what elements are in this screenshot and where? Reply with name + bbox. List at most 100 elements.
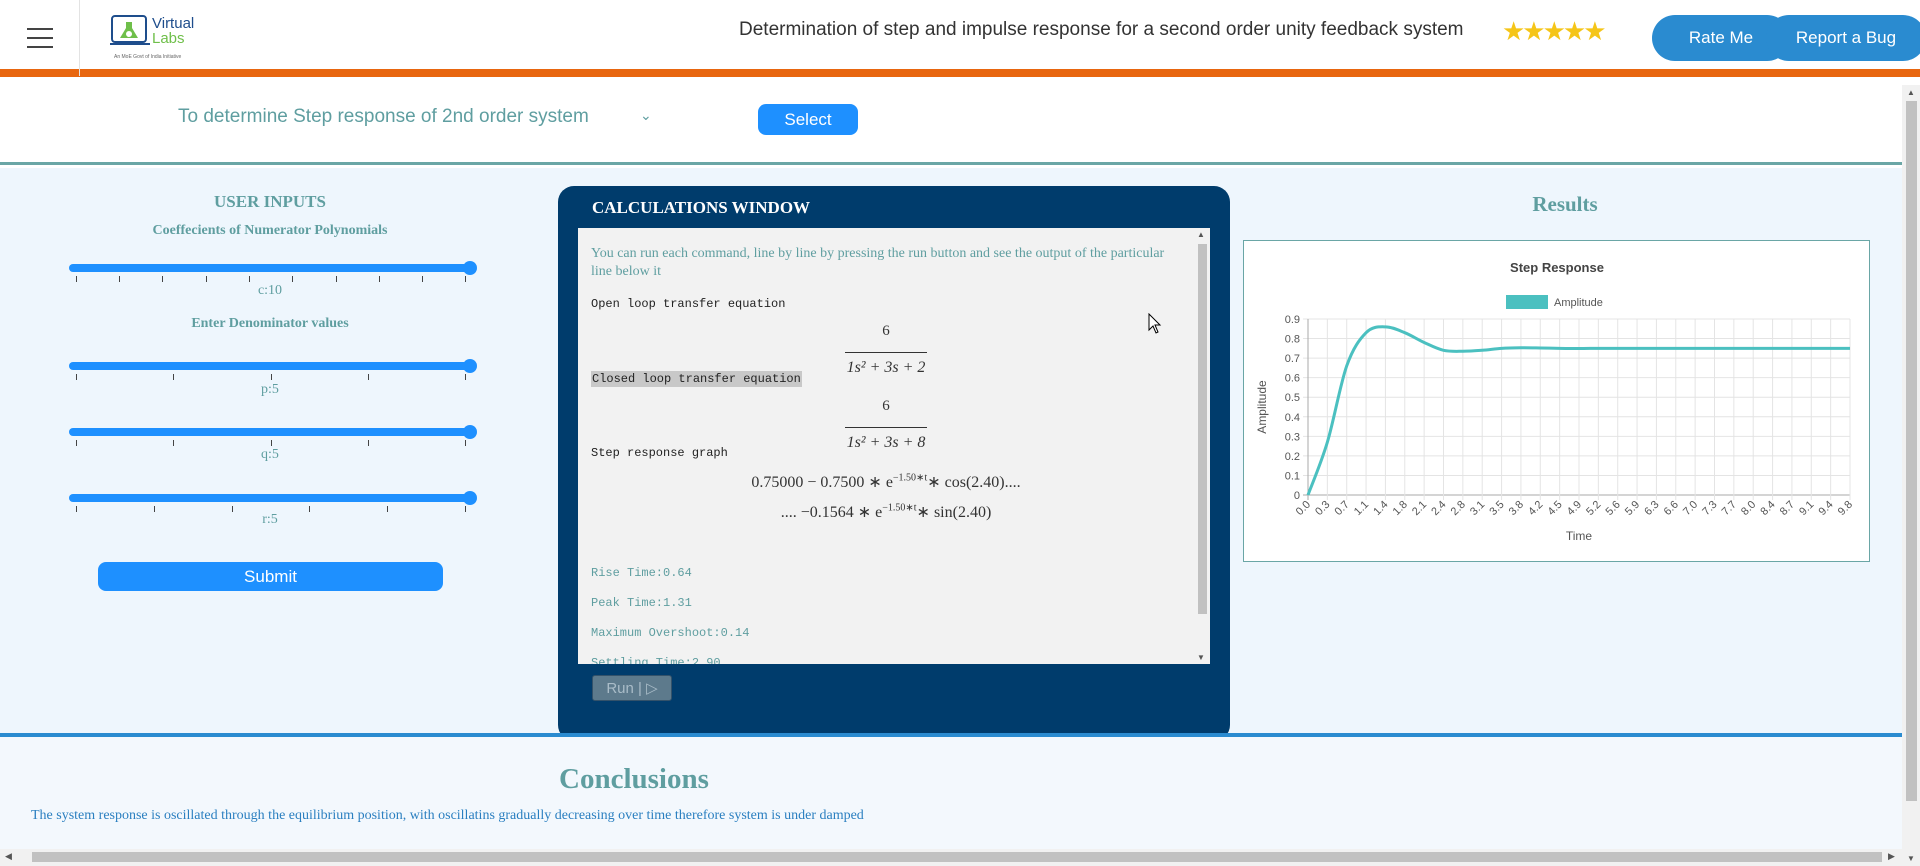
scroll-up-icon[interactable]: ▲: [1197, 230, 1205, 239]
step-equation-line1: 0.75000 − 0.7500 ∗ e−1.50∗t∗ cos(2.40)..…: [578, 472, 1194, 492]
eq2-part-b: ∗ sin(2.40): [916, 504, 992, 521]
flask-icon: [110, 15, 150, 45]
x-tick-label: 5.2: [1584, 499, 1603, 518]
slider-p-value: p:5: [261, 382, 279, 397]
page-scroll-down-icon[interactable]: ▼: [1907, 854, 1915, 863]
calculations-scroll-thumb[interactable]: [1198, 244, 1207, 614]
page-scroll-up-icon[interactable]: ▲: [1907, 88, 1915, 97]
page-horizontal-scroll-thumb[interactable]: [32, 852, 1882, 862]
x-tick-label: 4.9: [1565, 499, 1584, 518]
x-tick-label: 2.1: [1410, 499, 1429, 518]
experiment-selector-bar: To determine Step response of 2nd order …: [0, 85, 1902, 165]
report-bug-button[interactable]: Report a Bug: [1766, 15, 1920, 61]
x-tick-label: 2.8: [1449, 499, 1468, 518]
legend-label: Amplitude: [1554, 297, 1603, 309]
calculations-scrollbar[interactable]: ▲ ▼: [1194, 228, 1210, 664]
calculations-heading: CALCULATIONS WINDOW: [592, 198, 811, 217]
x-tick-label: 4.5: [1545, 499, 1564, 518]
user-inputs-panel: USER INPUTS Coeffecients of Numerator Po…: [0, 168, 540, 733]
y-tick-label: 0.2: [1285, 451, 1300, 463]
x-tick-label: 7.3: [1700, 499, 1719, 518]
y-tick-label: 0.8: [1285, 334, 1300, 346]
x-tick-label: 3.5: [1487, 499, 1506, 518]
x-tick-label: 5.9: [1623, 499, 1642, 518]
rise-time: Rise Time:0.64: [591, 566, 692, 580]
top-header: Virtual Labs An MoE Govt of India Initia…: [0, 0, 1920, 77]
select-button[interactable]: Select: [758, 104, 858, 135]
eq1-exponent: −1.50∗t: [892, 472, 928, 484]
slider-r-thumb[interactable]: [463, 491, 477, 505]
x-tick-label: 5.6: [1604, 499, 1623, 518]
step-equation-line2: .... −0.1564 ∗ e−1.50∗t∗ sin(2.40): [578, 502, 1194, 522]
conclusions-heading: Conclusions: [559, 763, 709, 795]
peak-time: Peak Time:1.31: [591, 596, 692, 610]
chevron-down-icon[interactable]: ⌄: [640, 107, 652, 124]
conclusions-section: Conclusions The system response is oscil…: [0, 733, 1902, 853]
x-tick-label: 8.4: [1758, 499, 1777, 518]
run-button[interactable]: Run | ▷: [592, 675, 672, 701]
closed-loop-label: Closed loop transfer equation: [591, 371, 802, 387]
main-area: USER INPUTS Coeffecients of Numerator Po…: [0, 168, 1902, 741]
y-tick-label: 0.1: [1285, 470, 1300, 482]
x-tick-label: 1.1: [1352, 499, 1371, 518]
calculations-output[interactable]: You can run each command, line by line b…: [578, 228, 1210, 664]
x-tick-label: 0.7: [1333, 499, 1352, 518]
x-tick-label: 3.8: [1507, 499, 1526, 518]
eq2-part-a: .... −0.1564 ∗ e: [780, 504, 883, 521]
x-tick-label: 4.2: [1526, 499, 1545, 518]
slider-r-value: r:5: [262, 512, 278, 527]
maximum-overshoot: Maximum Overshoot:0.14: [591, 626, 750, 640]
slider-q-ticks: [76, 440, 466, 446]
experiment-title: Determination of step and impulse respon…: [739, 19, 1464, 40]
page-vertical-scrollbar[interactable]: ▲ ▼: [1902, 85, 1920, 866]
page: Virtual Labs An MoE Govt of India Initia…: [0, 0, 1920, 866]
eq1-part-b: ∗ cos(2.40)....: [927, 474, 1021, 491]
x-tick-label: 1.8: [1391, 499, 1410, 518]
calculations-window: CALCULATIONS WINDOW You can run each com…: [558, 186, 1230, 741]
y-tick-label: 0.7: [1285, 353, 1300, 365]
legend-swatch: [1506, 295, 1548, 309]
slider-p[interactable]: [69, 359, 477, 373]
x-tick-label: 9.1: [1797, 499, 1816, 518]
page-vertical-scroll-thumb[interactable]: [1906, 101, 1917, 801]
chart-svg: Step Response Amplitude 0 0.1 0.2 0.3 0.4 0.5 0.…: [1255, 260, 1855, 543]
x-tick-label: 6.3: [1642, 499, 1661, 518]
chart-title: Step Response: [1510, 260, 1604, 275]
slider-q-value: q:5: [261, 447, 279, 462]
virtual-labs-logo[interactable]: Virtual Labs An MoE Govt of India Initia…: [110, 14, 210, 62]
settling-time: Settling Time:2.90: [591, 656, 721, 664]
rating-stars-icon: ★★★★★: [1502, 16, 1607, 46]
y-tick-label: 0.9: [1285, 314, 1300, 326]
step-response-chart: Step Response Amplitude 0 0.1 0.2 0.3 0.4 0.5 0.…: [1243, 240, 1870, 562]
mouse-pointer-icon: [1148, 313, 1162, 334]
open-loop-numerator: 6: [882, 323, 890, 339]
scroll-down-icon[interactable]: ▼: [1197, 653, 1205, 662]
page-scroll-right-icon[interactable]: ▶: [1888, 851, 1895, 862]
slider-q-thumb[interactable]: [463, 425, 477, 439]
experiment-dropdown[interactable]: To determine Step response of 2nd order …: [178, 106, 589, 128]
slider-c[interactable]: [69, 261, 477, 275]
y-tick-label: 0.5: [1285, 392, 1300, 404]
closed-loop-numerator: 6: [882, 398, 890, 414]
x-tick-label: 8.0: [1739, 499, 1758, 518]
submit-button[interactable]: Submit: [98, 562, 443, 591]
hamburger-menu-icon[interactable]: [0, 0, 80, 76]
page-scroll-left-icon[interactable]: ◀: [5, 851, 12, 862]
x-tick-label: 7.7: [1720, 499, 1739, 518]
slider-r[interactable]: [69, 491, 477, 505]
page-horizontal-scrollbar[interactable]: ◀ ▶: [0, 849, 1902, 866]
y-tick-label: 0: [1294, 490, 1300, 502]
y-tick-label: 0.4: [1285, 412, 1300, 424]
y-tick-label: 0.6: [1285, 373, 1300, 385]
x-tick-label: 7.0: [1681, 499, 1700, 518]
denominator-heading: Enter Denominator values: [191, 316, 349, 331]
slider-q[interactable]: [69, 425, 477, 439]
slider-p-thumb[interactable]: [463, 359, 477, 373]
y-axis-title: Amplitude: [1255, 380, 1269, 434]
logo-text-virtual: Virtual: [152, 15, 195, 32]
eq1-part-a: 0.75000 − 0.7500 ∗ e: [751, 474, 893, 491]
user-inputs-heading: USER INPUTS: [214, 192, 326, 211]
x-axis-title: Time: [1566, 529, 1593, 543]
x-tick-label: 2.4: [1429, 499, 1448, 518]
slider-c-thumb[interactable]: [463, 261, 477, 275]
